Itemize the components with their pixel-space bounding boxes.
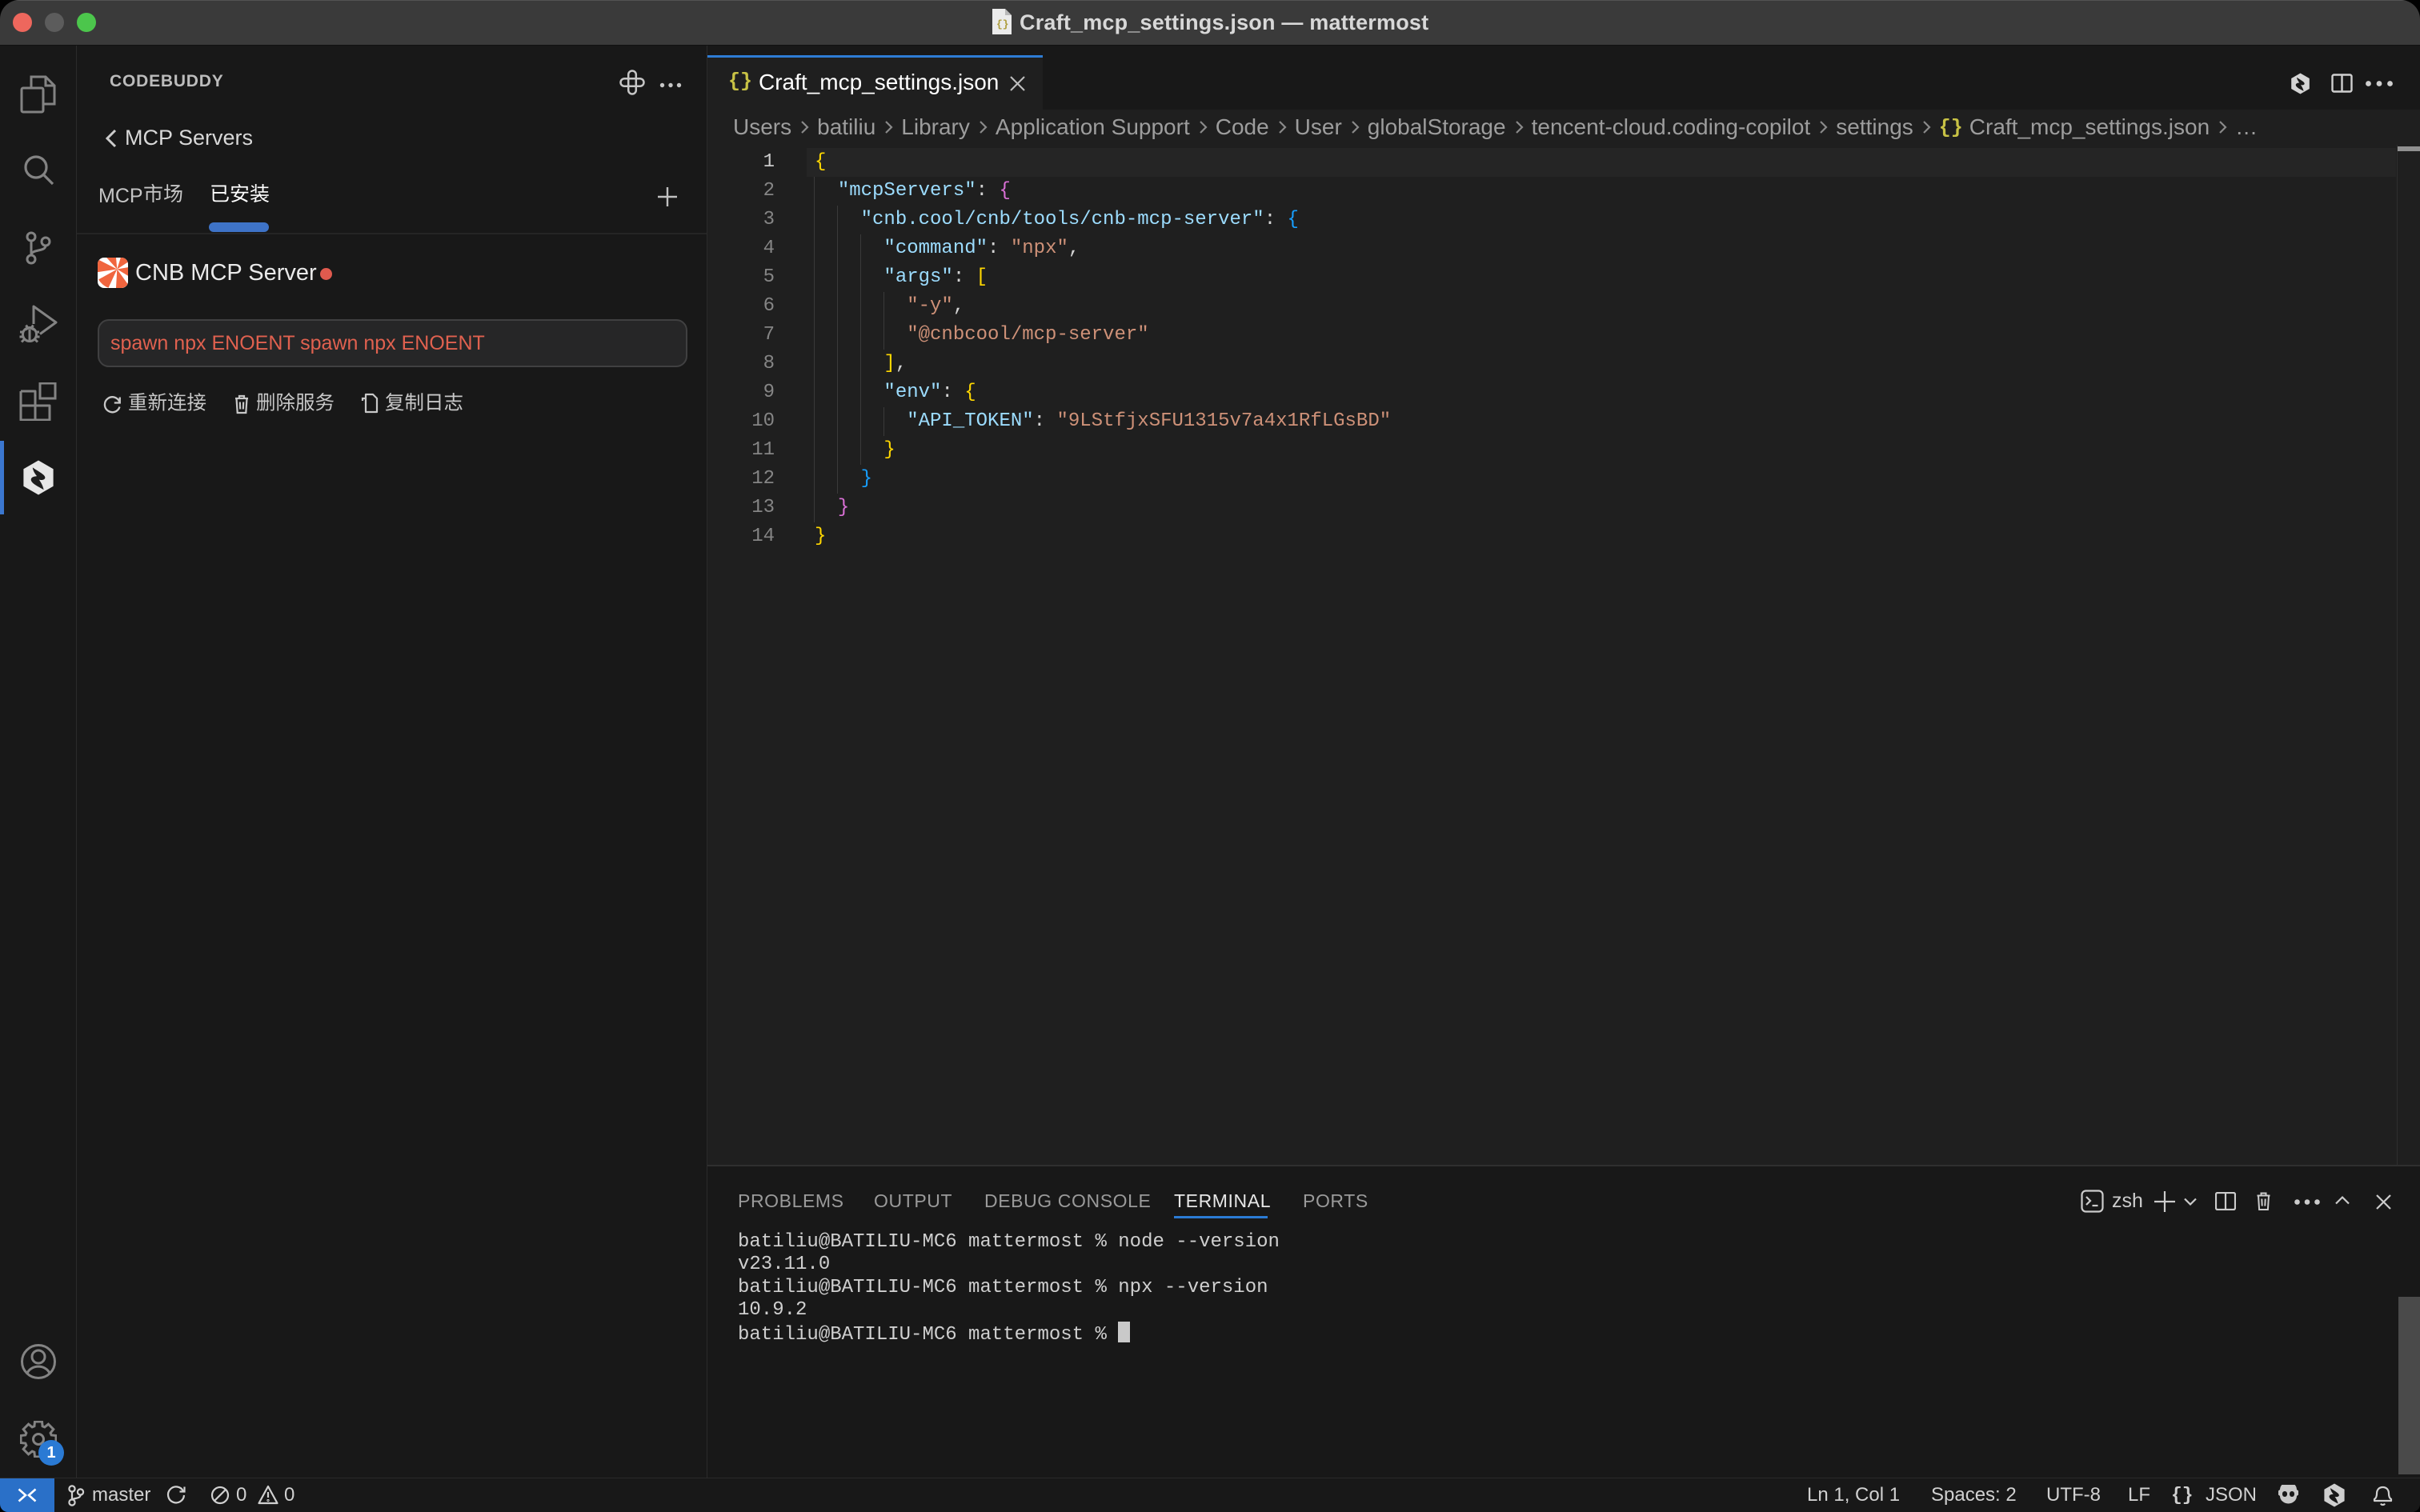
svg-text:{}: {} (996, 18, 1009, 30)
